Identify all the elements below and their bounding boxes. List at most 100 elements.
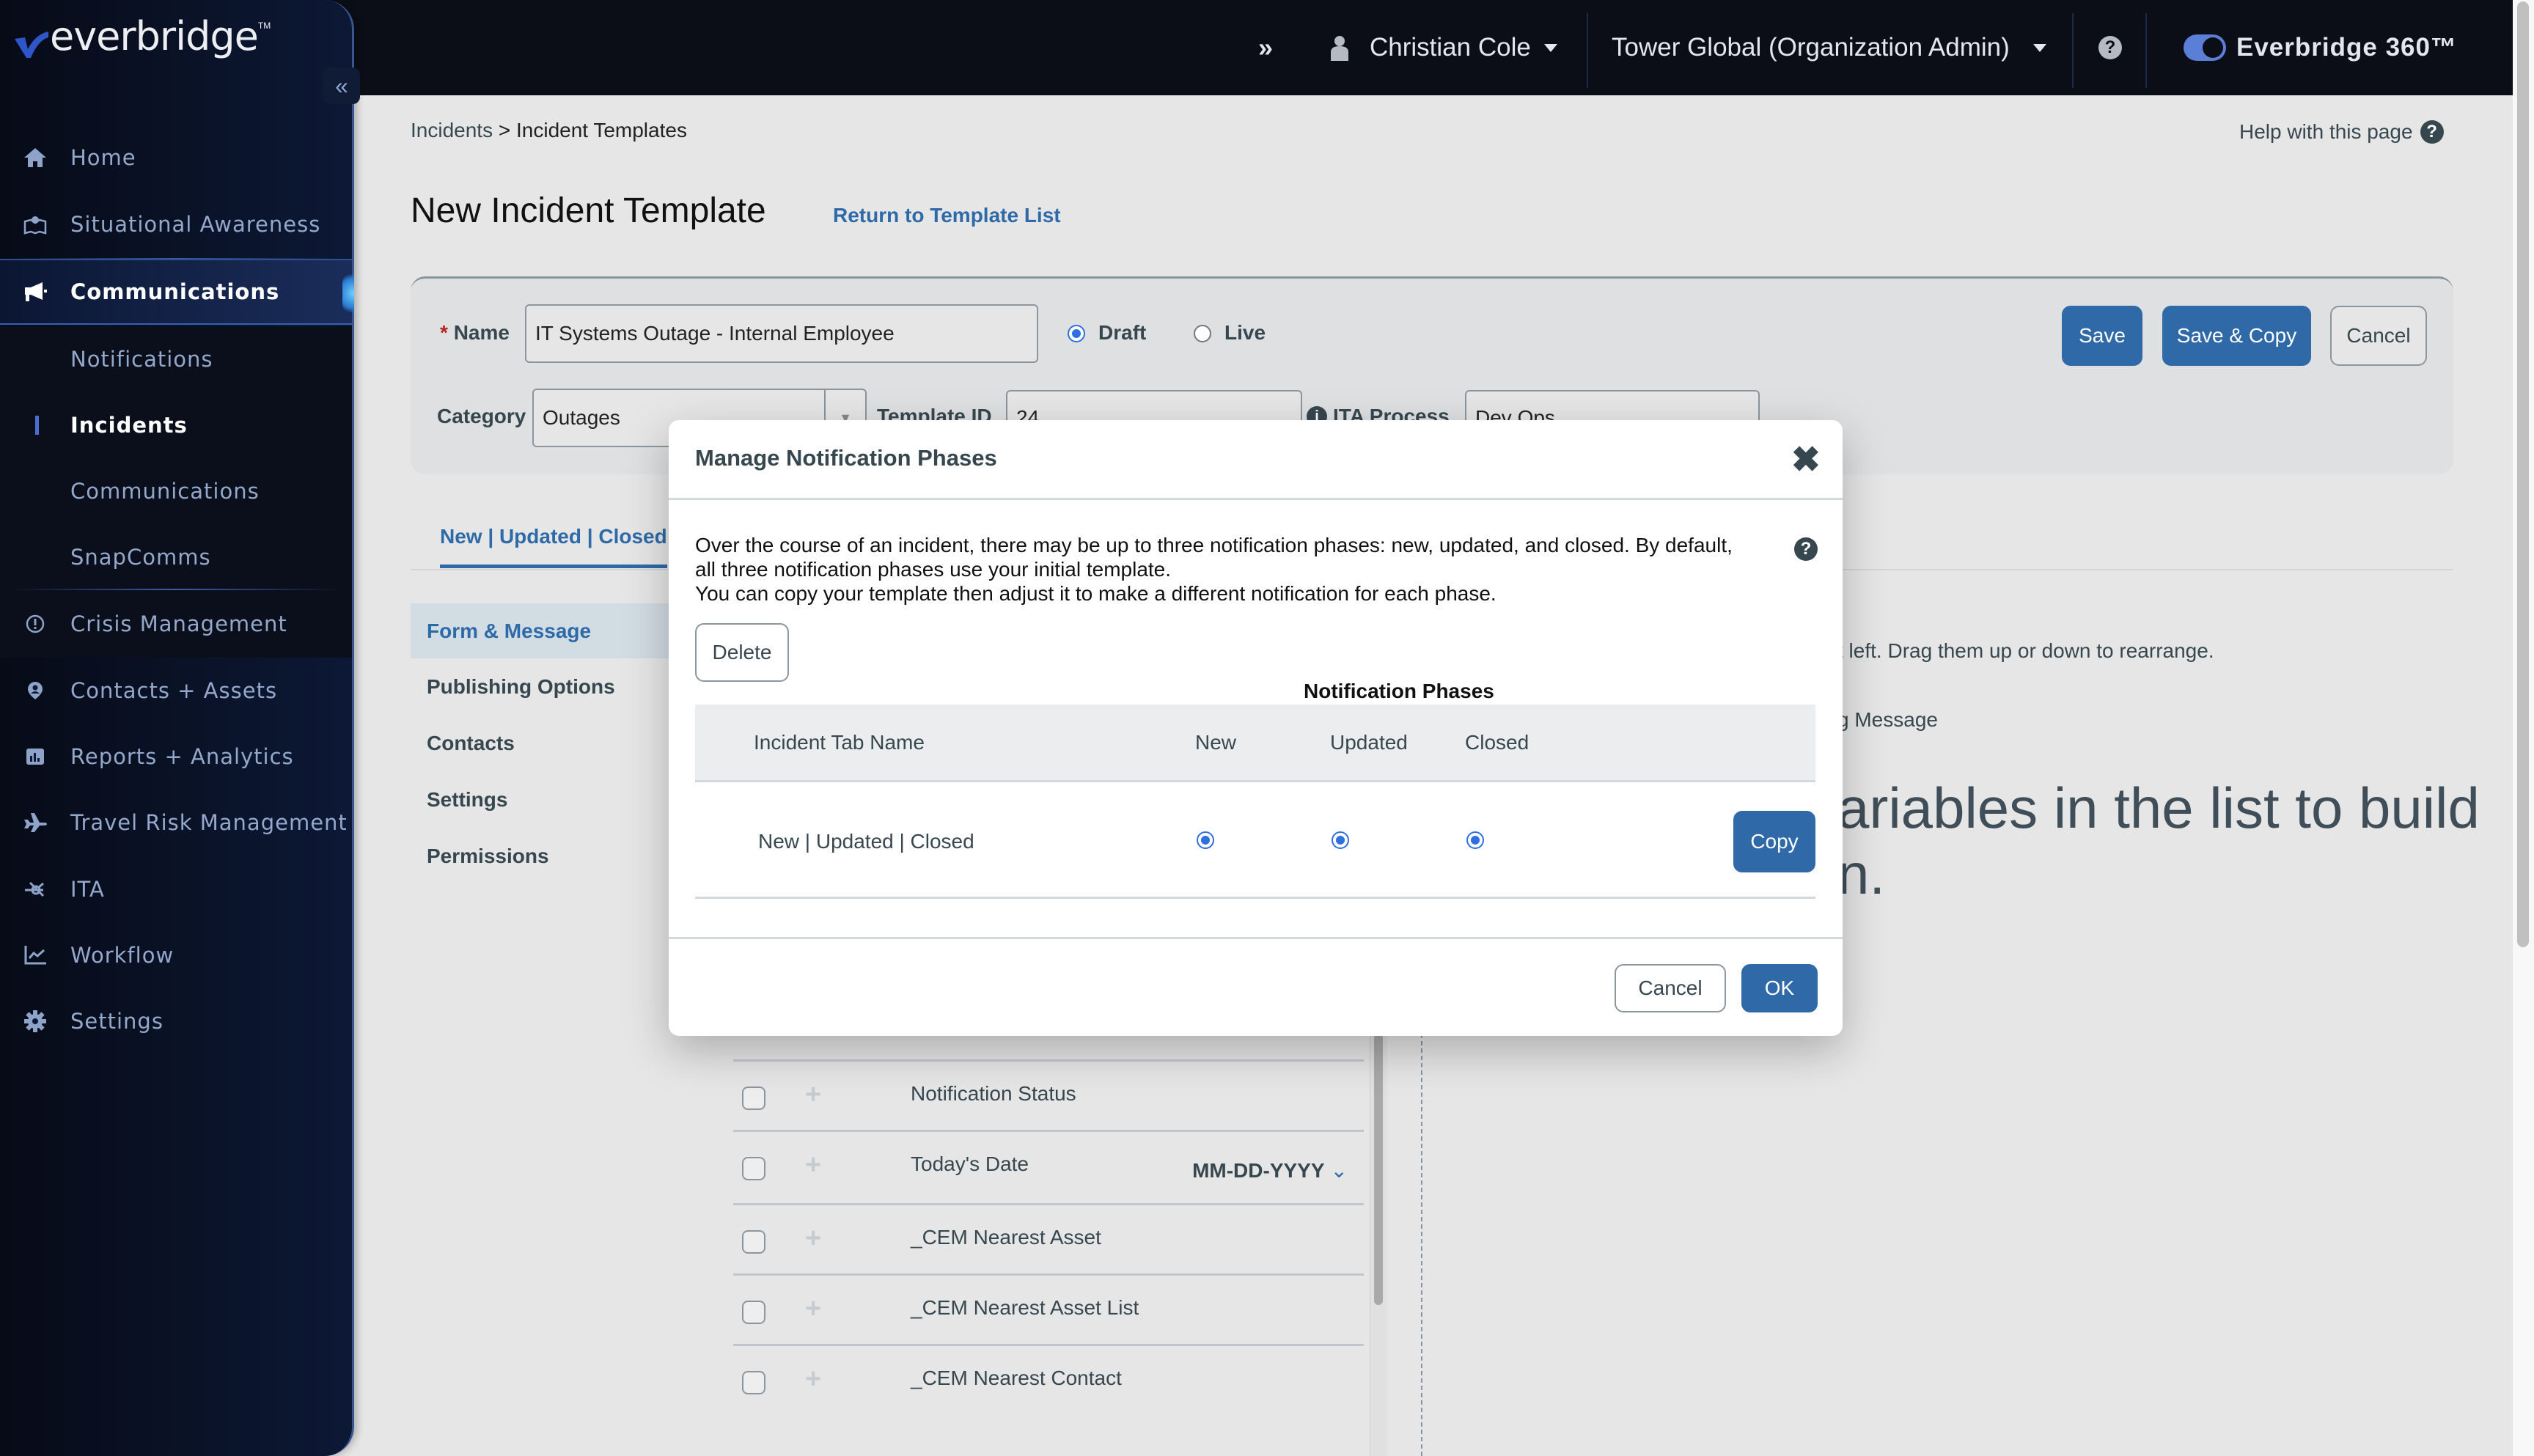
category-value: Outages [543,406,620,429]
sidebar-subitem-communications[interactable]: Communications [0,458,352,524]
live-label: Live [1224,321,1266,344]
map-pin-icon [22,211,48,238]
divider [669,937,1843,939]
left-nav-publishing-options[interactable]: Publishing Options [411,659,675,714]
help-with-page-link[interactable]: Help with this page ? [2239,120,2444,144]
variable-checkbox[interactable] [742,1230,765,1254]
breadcrumb-current: Incident Templates [516,119,687,141]
updated-phase-radio[interactable] [1332,831,1349,849]
collapse-sidebar-button[interactable]: « [323,67,360,104]
tab-new-updated-closed[interactable]: New | Updated | Closed [440,525,667,568]
name-input[interactable]: IT Systems Outage - Internal Employee [525,304,1038,363]
sidebar-item-label: Settings [70,1009,164,1034]
left-nav-form-message[interactable]: Form & Message [411,603,675,658]
organization-name: Tower Global (Organization Admin) [1612,33,2010,62]
variable-name: Today's Date [911,1152,1029,1175]
save-button[interactable]: Save [2062,306,2142,366]
dialog-description: Over the course of an incident, there ma… [695,533,1736,606]
sidebar-item-label: Incidents [70,413,188,438]
list-item[interactable]: + Notification Status [733,1059,1364,1139]
breadcrumb-separator: > [493,119,516,141]
return-to-template-list-link[interactable]: Return to Template List [833,204,1061,227]
sidebar-subitem-snapcomms[interactable]: SnapComms [0,524,352,590]
scrollbar-thumb[interactable] [1374,1034,1383,1305]
sidebar-item-contacts-assets[interactable]: Contacts + Assets [0,658,352,724]
variable-name: _CEM Nearest Asset List [911,1296,1139,1319]
user-name: Christian Cole [1370,33,1531,62]
list-item[interactable]: + _CEM Nearest Contact [733,1344,1364,1424]
sidebar-item-travel-risk-management[interactable]: Travel Risk Management [0,790,352,856]
logo-trademark: TM [257,21,271,31]
airplane-icon [22,809,48,836]
expand-icon[interactable]: » [1258,0,1273,95]
sidebar-item-label: Travel Risk Management [70,810,348,835]
list-item[interactable]: + Today's Date MM-DD-YYYY ⌄ [733,1130,1364,1210]
new-phase-radio[interactable] [1197,831,1214,849]
breadcrumb: Incidents > Incident Templates [411,119,687,142]
left-nav-settings[interactable]: Settings [411,772,675,827]
plus-icon[interactable]: + [805,1150,821,1181]
live-radio[interactable] [1194,325,1211,342]
plus-icon[interactable]: + [805,1364,821,1395]
sidebar-subitem-notifications[interactable]: Notifications [0,326,352,392]
sidebar-item-ita[interactable]: ITA [0,856,352,922]
help-icon[interactable]: ? [1794,537,1818,561]
sidebar-item-label: Notifications [70,347,213,372]
variable-checkbox[interactable] [742,1087,765,1110]
save-and-copy-button[interactable]: Save & Copy [2162,306,2311,366]
copy-button[interactable]: Copy [1733,811,1815,872]
sidebar-item-label: Situational Awareness [70,212,321,237]
sidebar-item-reports-analytics[interactable]: Reports + Analytics [0,724,352,790]
sidebar-item-communications[interactable]: Communications [0,259,354,325]
column-header: New [1195,731,1237,754]
variable-list-scrollbar[interactable] [1370,1034,1387,1456]
variable-checkbox[interactable] [742,1301,765,1324]
close-icon[interactable]: ✖ [1791,439,1821,480]
variables-instruction: t left. Drag them up or down to rearrang… [1837,639,2214,662]
sidebar-item-home[interactable]: Home [0,125,352,191]
variable-name: Notification Status [911,1082,1076,1105]
dialog-cancel-button[interactable]: Cancel [1615,964,1726,1012]
list-item[interactable]: + _CEM Nearest Asset List [733,1273,1364,1353]
organization-selector[interactable]: Tower Global (Organization Admin) [1612,0,2046,95]
sidebar-item-crisis-management[interactable]: Crisis Management [0,591,352,657]
list-item[interactable]: + _CEM Nearest Asset [733,1203,1364,1283]
plus-icon[interactable]: + [805,1079,821,1111]
page-scrollbar[interactable] [2513,0,2534,1456]
divider [1587,13,1588,88]
variable-checkbox[interactable] [742,1157,765,1180]
date-format-select[interactable]: MM-DD-YYYY ⌄ [1192,1158,1348,1183]
sidebar-item-situational-awareness[interactable]: Situational Awareness [0,191,352,257]
left-nav-permissions[interactable]: Permissions [411,828,675,883]
left-nav-contacts[interactable]: Contacts [411,716,675,771]
everbridge-logo[interactable]: everbridge TM [13,13,271,59]
divider [11,589,341,590]
message-label: g Message [1837,708,1938,731]
sidebar-item-label: Crisis Management [70,611,287,636]
sidebar-item-label: Communications [70,279,280,304]
closed-phase-radio[interactable] [1466,831,1484,849]
manage-notification-phases-dialog: Manage Notification Phases ✖ Over the co… [669,420,1843,1036]
cancel-button[interactable]: Cancel [2330,306,2427,366]
sidebar-item-label: Workflow [70,943,175,968]
user-menu[interactable]: Christian Cole [1329,0,1557,95]
variable-name: _CEM Nearest Contact [911,1367,1122,1389]
top-header: » Christian Cole Tower Global (Organizat… [0,0,2513,95]
help-button[interactable]: ? [2098,0,2122,95]
message-placeholder-line1: ariables in the list to build [1837,776,2480,840]
plus-icon[interactable]: + [805,1293,821,1325]
sidebar-subitem-incidents[interactable]: Incidents [0,392,352,458]
description-line: You can copy your template then adjust i… [695,582,1496,605]
sidebar-item-workflow[interactable]: Workflow [0,922,352,988]
scrollbar-thumb[interactable] [2517,1,2529,947]
delete-button[interactable]: Delete [695,623,789,682]
variable-checkbox[interactable] [742,1371,765,1394]
sidebar-item-settings[interactable]: Settings [0,988,352,1054]
draft-radio[interactable] [1068,325,1085,342]
plus-icon[interactable]: + [805,1223,821,1254]
product-switcher[interactable]: Everbridge 360™ [2184,0,2457,95]
description-line: Over the course of an incident, there ma… [695,534,1733,581]
dialog-ok-button[interactable]: OK [1741,964,1818,1012]
help-icon: ? [2098,36,2122,59]
breadcrumb-incidents-link[interactable]: Incidents [411,119,493,141]
